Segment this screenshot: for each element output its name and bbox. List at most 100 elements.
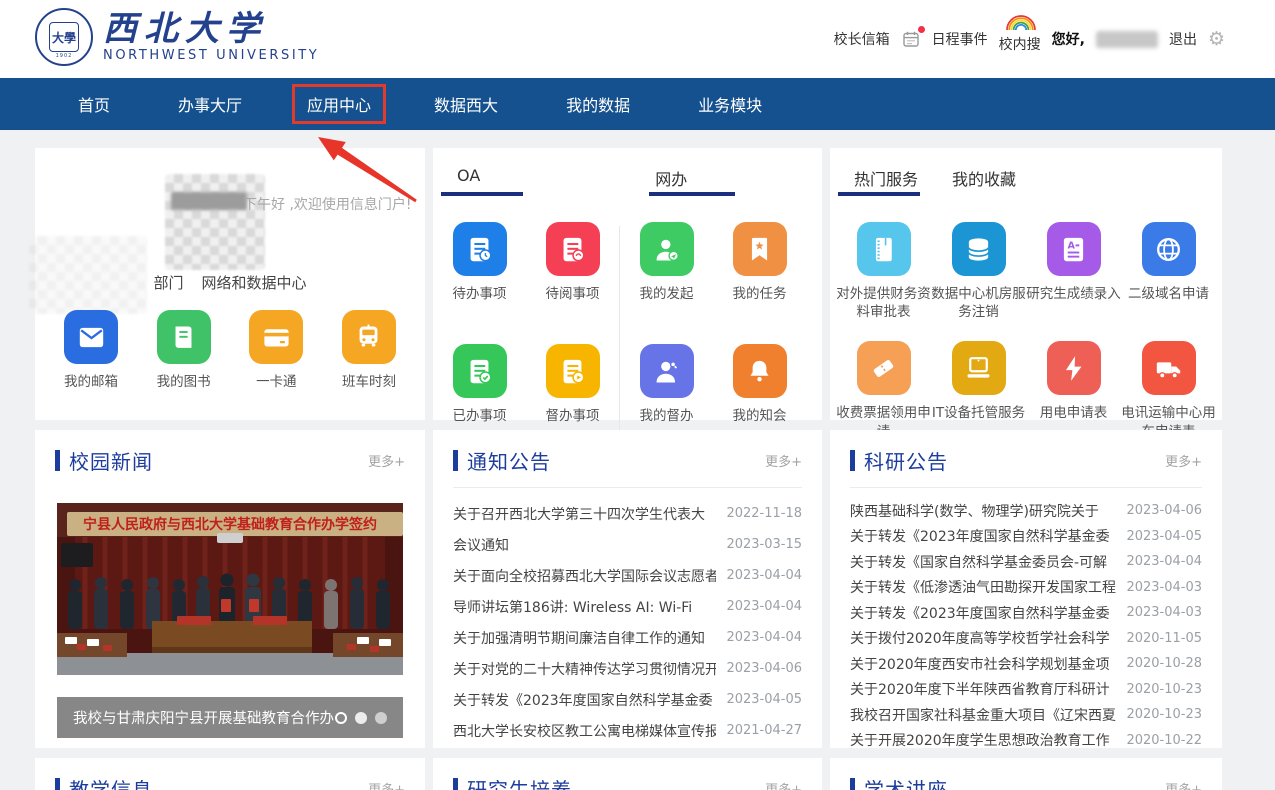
research-item[interactable]: 关于转发《国家自然科学基金委员会-可解2023-04-04 <box>850 549 1202 575</box>
tile-label: 数据中心机房服务注销 <box>931 285 1026 321</box>
oa-tile-supervise[interactable]: 督办事项 <box>529 344 617 444</box>
tab-oa[interactable]: OA <box>457 166 480 202</box>
notice-item[interactable]: 关于面向全校招募西北大学国际会议志愿者2023-04-04 <box>453 560 802 591</box>
graduate-more-link[interactable]: 更多+ <box>765 779 802 790</box>
research-item[interactable]: 关于转发《2023年度国家自然科学基金委2023-04-05 <box>850 524 1202 550</box>
tile-label: 班车时刻 <box>342 373 396 391</box>
tab-wangban[interactable]: 网办 <box>655 166 687 202</box>
nav-item-data-nwu[interactable]: 数据西大 <box>424 86 508 122</box>
news-caption-text: 我校与甘肃庆阳宁县开展基础教育合作办 <box>73 707 335 728</box>
oa-tile-todo[interactable]: 待办事项 <box>436 222 524 322</box>
carousel-dot[interactable] <box>355 712 367 724</box>
logout-link[interactable]: 退出 <box>1169 29 1197 49</box>
svc-tile-receipt-apply[interactable]: 收费票据领用申请 <box>836 341 931 440</box>
research-item[interactable]: 关于开展2020年度学生思想政治教育工作2020-10-22 <box>850 728 1202 754</box>
notice-item[interactable]: 导师讲坛第186讲: Wireless AI: Wi-Fi2023-04-04 <box>453 591 802 622</box>
svc-tile-vehicle-apply[interactable]: 电讯运输中心用车申请表 <box>1121 341 1216 440</box>
wb-tile-my-supervision[interactable]: 我的督办 <box>623 344 711 444</box>
department-label: 部门 <box>153 274 183 292</box>
nav-item-app-center[interactable]: 应用中心 <box>292 84 386 124</box>
settings-gear-icon[interactable]: ⚙ <box>1208 30 1225 49</box>
doc-clock-icon <box>453 222 507 276</box>
tile-label: IT设备托管服务 <box>932 404 1025 422</box>
nav-item-my-data[interactable]: 我的数据 <box>556 86 640 122</box>
news-more-link[interactable]: 更多+ <box>368 451 405 470</box>
nav-item-home[interactable]: 首页 <box>68 86 120 122</box>
svc-tile-domain-apply[interactable]: 二级域名申请 <box>1121 222 1216 321</box>
notice-item[interactable]: 关于转发《2023年度国家自然科学基金委2023-04-05 <box>453 684 802 715</box>
shortcut-campus-card[interactable]: 一卡通 <box>232 310 320 391</box>
shortcut-bus-schedule[interactable]: 班车时刻 <box>325 310 413 391</box>
svc-tile-datacenter-cancel[interactable]: 数据中心机房服务注销 <box>931 222 1026 321</box>
services-card: 热门服务 我的收藏 对外提供财务资料审批表 数据中心机房服务注销 A <box>830 148 1222 420</box>
teaching-info-card: 教学信息 更多+ <box>35 758 425 790</box>
campus-search-link[interactable]: 校内搜 <box>999 24 1041 54</box>
redacted-username <box>1096 31 1158 48</box>
notice-item[interactable]: 关于召开西北大学第三十四次学生代表大2022-11-18 <box>453 498 802 529</box>
oa-tile-done[interactable]: 已办事项 <box>436 344 524 444</box>
news-carousel-caption[interactable]: 我校与甘肃庆阳宁县开展基础教育合作办 <box>57 697 403 738</box>
section-bar <box>850 450 855 471</box>
tile-label: 我的邮箱 <box>64 373 118 391</box>
campus-search-label: 校内搜 <box>999 37 1041 53</box>
university-name-en: NORTHWEST UNIVERSITY <box>103 48 319 63</box>
oa-tile-to-read[interactable]: 待阅事项 <box>529 222 617 322</box>
lectures-more-link[interactable]: 更多+ <box>1165 779 1202 790</box>
carousel-dot-active[interactable] <box>335 712 347 724</box>
notices-card: 通知公告 更多+ 关于召开西北大学第三十四次学生代表大2022-11-18 会议… <box>433 430 822 748</box>
calendar-icon[interactable] <box>901 29 921 49</box>
research-item[interactable]: 关于拨付2020年度高等学校哲学社会科学2020-11-05 <box>850 626 1202 652</box>
svc-tile-electricity-apply[interactable]: 用电申请表 <box>1026 341 1121 440</box>
svc-tile-finance-approval[interactable]: 对外提供财务资料审批表 <box>836 222 931 321</box>
tile-label: 我的发起 <box>640 285 694 303</box>
bell-icon <box>733 344 787 398</box>
person-send-icon <box>640 222 694 276</box>
tile-label: 我的任务 <box>733 285 787 303</box>
doc-grade-icon: A <box>1047 222 1101 276</box>
notice-item[interactable]: 会议通知2023-03-15 <box>453 529 802 560</box>
research-item[interactable]: 关于2020年度西安市社会科学规划基金项2020-10-28 <box>850 651 1202 677</box>
notice-item[interactable]: 关于对党的二十大精神传达学习贯彻情况开2023-04-06 <box>453 653 802 684</box>
section-bar <box>453 450 458 471</box>
shortcut-my-books[interactable]: 我的图书 <box>140 310 228 391</box>
news-photo[interactable]: 宁县人民政府与西北大学基础教育合作办学签约 <box>57 503 403 675</box>
notice-item[interactable]: 西北大学长安校区教工公寓电梯媒体宣传报2021-04-27 <box>453 715 802 746</box>
campus-news-card: 校园新闻 更多+ 宁县人民政府与西北大学基础教育合作办学签约 <box>35 430 425 748</box>
research-item[interactable]: 关于转发《2023年度国家自然科学基金委2023-04-03 <box>850 600 1202 626</box>
research-item[interactable]: 关于转发《低渗透油气田勘探开发国家工程2023-04-03 <box>850 575 1202 601</box>
notice-item[interactable]: 关于加强清明节期间廉洁自律工作的通知2023-04-04 <box>453 622 802 653</box>
shortcut-my-mail[interactable]: 我的邮箱 <box>47 310 135 391</box>
section-title: 校园新闻 <box>69 446 153 475</box>
research-item[interactable]: 陕西基础科学(数学、物理学)研究院关于2023-04-06 <box>850 498 1202 524</box>
tile-label: 我的知会 <box>733 407 787 425</box>
tile-label: 我的图书 <box>157 373 211 391</box>
book-icon <box>157 310 211 364</box>
carousel-dot[interactable] <box>375 712 387 724</box>
wb-tile-my-tasks[interactable]: 我的任务 <box>716 222 804 322</box>
president-mailbox-link[interactable]: 校长信箱 <box>834 29 890 49</box>
research-more-link[interactable]: 更多+ <box>1165 451 1202 470</box>
notices-more-link[interactable]: 更多+ <box>765 451 802 470</box>
person-search-icon <box>640 344 694 398</box>
section-title: 研究生培养 <box>467 774 572 790</box>
wb-tile-my-notifications[interactable]: 我的知会 <box>716 344 804 444</box>
svc-tile-it-hosting[interactable]: IT设备托管服务 <box>931 341 1026 440</box>
university-logo[interactable]: 大學 1902 西北大学 NORTHWEST UNIVERSITY <box>35 8 319 66</box>
tab-underline-oa <box>441 192 523 196</box>
tab-my-favorites[interactable]: 我的收藏 <box>952 166 1016 202</box>
tab-hot-services[interactable]: 热门服务 <box>854 166 918 202</box>
research-item[interactable]: 关于2020年度下半年陕西省教育厅科研计2020-10-23 <box>850 677 1202 703</box>
nav-item-business-modules[interactable]: 业务模块 <box>688 86 772 122</box>
nav-item-service-hall[interactable]: 办事大厅 <box>168 86 252 122</box>
section-title: 科研公告 <box>864 446 948 475</box>
tile-label: 已办事项 <box>453 407 507 425</box>
teaching-more-link[interactable]: 更多+ <box>368 779 405 790</box>
research-item[interactable]: 我校召开国家社科基金重大项目《辽宋西夏2020-10-23 <box>850 702 1202 728</box>
section-title: 通知公告 <box>467 446 551 475</box>
wb-tile-my-initiated[interactable]: 我的发起 <box>623 222 711 322</box>
svc-tile-grade-entry[interactable]: A 研究生成绩录入 <box>1026 222 1121 321</box>
laptop-icon <box>952 341 1006 395</box>
header: 大學 1902 西北大学 NORTHWEST UNIVERSITY 校长信箱 <box>0 0 1275 78</box>
schedule-events-link[interactable]: 日程事件 <box>932 29 988 49</box>
tile-label: 研究生成绩录入 <box>1026 285 1121 303</box>
